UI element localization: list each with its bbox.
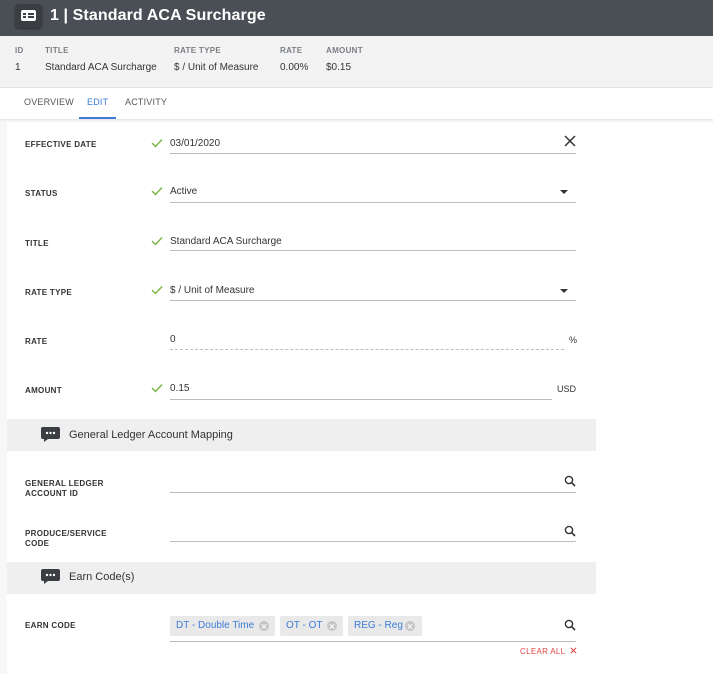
search-icon[interactable] xyxy=(564,475,576,487)
rate-type-label: RATE TYPE xyxy=(25,288,73,297)
rate-type-select[interactable]: $ / Unit of Measure xyxy=(170,285,254,296)
earn-codes-section-header: Earn Code(s) xyxy=(7,562,596,594)
effective-date-input[interactable]: 03/01/2020 xyxy=(170,138,220,149)
tab-activity[interactable]: ACTIVITY xyxy=(125,97,167,107)
close-icon[interactable] xyxy=(564,135,576,147)
record-summary: ID 1 TITLE Standard ACA Surcharge RATE T… xyxy=(0,36,713,88)
gl-account-id-underline xyxy=(170,492,576,493)
summary-rate-head: RATE xyxy=(280,46,303,55)
check-icon xyxy=(151,139,163,148)
effective-date-label: EFFECTIVE DATE xyxy=(25,140,97,149)
product-service-code-label-line1: PRODUCE/SERVICE xyxy=(25,529,107,538)
summary-title: TITLE Standard ACA Surcharge xyxy=(45,46,157,73)
rate-label: RATE xyxy=(25,337,48,346)
clear-all-button[interactable]: CLEAR ALL xyxy=(520,647,577,656)
product-service-code-label: PRODUCE/SERVICE CODE xyxy=(25,529,107,549)
earn-code-chip-label: OT - OT xyxy=(286,620,323,631)
earn-code-chip-label: REG - Reg xyxy=(354,620,403,631)
summary-rate-type: RATE TYPE $ / Unit of Measure xyxy=(174,46,258,73)
earn-code-chip-label: DT - Double Time xyxy=(176,620,255,631)
tab-edit[interactable]: EDIT xyxy=(87,97,108,107)
summary-rate-type-value: $ / Unit of Measure xyxy=(174,62,259,73)
product-service-code-label-line2: CODE xyxy=(25,539,50,548)
comment-icon xyxy=(41,427,60,442)
earn-code-label: EARN CODE xyxy=(25,621,76,630)
amount-input[interactable]: 0.15 xyxy=(170,383,189,394)
summary-rate: RATE 0.00% xyxy=(280,46,308,73)
gl-mapping-section-header: General Ledger Account Mapping xyxy=(7,419,596,451)
summary-rate-type-head: RATE TYPE xyxy=(174,46,222,55)
effective-date-underline xyxy=(170,153,576,154)
remove-chip-icon[interactable] xyxy=(405,621,415,631)
gl-account-id-label: GENERAL LEDGER ACCOUNT ID xyxy=(25,479,104,499)
product-service-code-underline xyxy=(170,541,576,542)
status-label: STATUS xyxy=(25,189,58,198)
search-icon[interactable] xyxy=(564,525,576,537)
rate-input[interactable]: 0 xyxy=(170,334,176,345)
status-select[interactable]: Active xyxy=(170,186,197,197)
rate-type-underline xyxy=(170,300,576,301)
summary-id: ID 1 xyxy=(15,46,24,73)
summary-rate-value: 0.00% xyxy=(280,62,309,73)
tab-overview[interactable]: OVERVIEW xyxy=(24,97,74,107)
left-gutter xyxy=(0,122,7,674)
close-icon xyxy=(570,647,577,654)
earn-code-chip[interactable]: REG - Reg xyxy=(348,616,422,636)
rate-underline xyxy=(170,349,564,350)
gl-account-id-label-line1: GENERAL LEDGER xyxy=(25,479,104,488)
check-icon xyxy=(151,237,163,246)
summary-id-head: ID xyxy=(15,46,24,55)
amount-unit: USD xyxy=(557,384,577,394)
gl-account-id-label-line2: ACCOUNT ID xyxy=(25,489,79,498)
title-label: TITLE xyxy=(25,239,49,248)
status-underline xyxy=(170,202,576,203)
check-icon xyxy=(151,384,163,393)
check-icon xyxy=(151,187,163,196)
rate-unit: % xyxy=(569,335,578,345)
earn-codes-title: Earn Code(s) xyxy=(69,571,135,583)
id-card-icon xyxy=(15,4,42,28)
chevron-down-icon[interactable] xyxy=(560,289,568,293)
title-bar: 1 | Standard ACA Surcharge xyxy=(0,0,713,36)
summary-title-value: Standard ACA Surcharge xyxy=(45,62,157,73)
remove-chip-icon[interactable] xyxy=(327,621,337,631)
gl-mapping-title: General Ledger Account Mapping xyxy=(69,429,233,441)
earn-code-chip[interactable]: DT - Double Time xyxy=(170,616,275,636)
title-input[interactable]: Standard ACA Surcharge xyxy=(170,236,282,247)
chevron-down-icon[interactable] xyxy=(560,190,568,194)
tabs-divider xyxy=(0,119,713,123)
clear-all-label: CLEAR ALL xyxy=(520,647,566,656)
summary-title-head: TITLE xyxy=(45,46,69,55)
title-underline xyxy=(170,250,576,251)
summary-amount-head: AMOUNT xyxy=(326,46,363,55)
search-icon[interactable] xyxy=(564,619,576,631)
summary-amount-value: $0.15 xyxy=(326,62,352,73)
summary-amount: AMOUNT $0.15 xyxy=(326,46,363,73)
check-icon xyxy=(151,286,163,295)
amount-label: AMOUNT xyxy=(25,386,62,395)
amount-underline xyxy=(170,399,552,400)
page-title: 1 | Standard ACA Surcharge xyxy=(50,7,266,24)
summary-id-value: 1 xyxy=(15,62,21,73)
remove-chip-icon[interactable] xyxy=(259,621,269,631)
comment-icon xyxy=(41,569,60,584)
tab-bar: OVERVIEW EDIT ACTIVITY xyxy=(0,88,713,118)
earn-code-underline xyxy=(170,641,576,642)
earn-code-chip[interactable]: OT - OT xyxy=(280,616,343,636)
